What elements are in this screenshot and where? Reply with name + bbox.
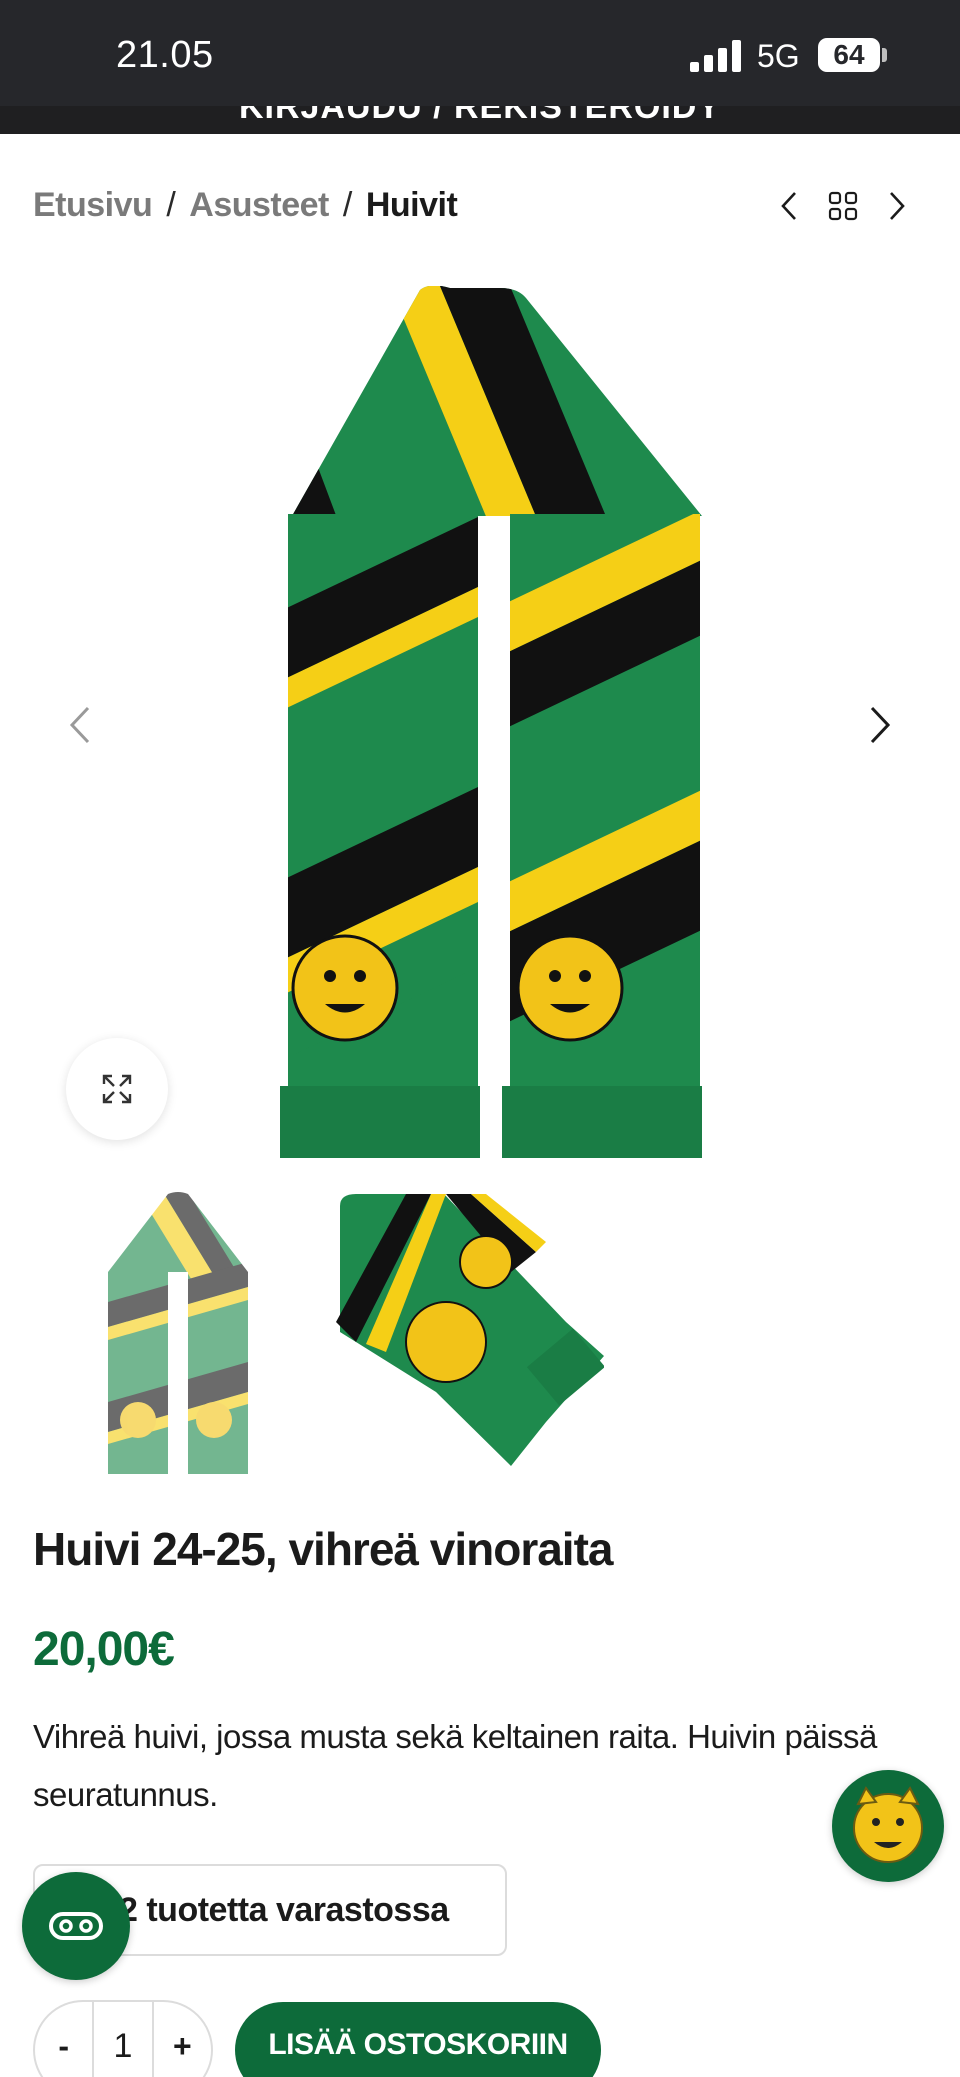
chat-icon	[49, 1912, 103, 1940]
battery-level: 64	[833, 39, 865, 70]
battery-cap	[882, 48, 887, 62]
next-product-button[interactable]	[882, 188, 912, 224]
product-price: 20,00€	[33, 1623, 175, 1676]
signal-icon	[690, 40, 741, 72]
fringe	[280, 1086, 702, 1158]
top-nav-strip[interactable]: KIRJAUDU / REKISTERÖIDY	[0, 106, 960, 134]
product-title: Huivi 24-25, vihreä vinoraita	[33, 1523, 613, 1575]
expand-icon	[102, 1074, 132, 1104]
lion-crest-left	[291, 934, 399, 1042]
back-to-category-button[interactable]	[828, 188, 858, 224]
zoom-button[interactable]	[66, 1038, 168, 1140]
mascot-button[interactable]	[832, 1770, 944, 1882]
product-main-image[interactable]	[270, 286, 710, 1161]
product-description: Vihreä huivi, jossa musta sekä keltainen…	[33, 1718, 877, 1813]
gallery-next-button[interactable]	[866, 704, 896, 746]
status-bar: 21.05 5G 64	[0, 0, 960, 106]
chat-button[interactable]	[22, 1872, 130, 1980]
status-time: 21.05	[116, 34, 214, 76]
previous-product-button[interactable]	[774, 188, 804, 224]
stock-label: 2 tuotetta varastossa	[119, 1891, 449, 1929]
network-type: 5G	[757, 38, 800, 74]
chevron-right-icon	[890, 192, 905, 220]
lion-mascot-icon	[853, 1786, 923, 1863]
product-nav	[774, 188, 912, 224]
quantity-stepper: - 1 +	[33, 2000, 213, 2077]
breadcrumb-accessories[interactable]: Asusteet	[189, 186, 329, 224]
quantity-decrease-button[interactable]: -	[35, 2002, 92, 2077]
breadcrumb-home[interactable]: Etusivu	[33, 186, 153, 224]
quantity-input[interactable]: 1	[92, 2002, 154, 2077]
add-to-cart-button[interactable]: LISÄÄ OSTOSKORIIN	[235, 2002, 601, 2077]
breadcrumb-separator: /	[342, 186, 352, 224]
chevron-left-icon	[781, 192, 796, 220]
thumbnail-2[interactable]	[336, 1192, 604, 1466]
gallery-prev-button[interactable]	[64, 704, 94, 746]
breadcrumb-current: Huivit	[365, 186, 458, 224]
breadcrumb: Etusivu / Asusteet / Huivit	[33, 186, 458, 225]
login-register-link[interactable]: KIRJAUDU / REKISTERÖIDY	[0, 106, 960, 127]
lion-crest-right	[516, 934, 624, 1042]
thumbnail-1[interactable]	[108, 1192, 248, 1474]
battery-icon: 64	[818, 38, 880, 72]
grid-icon	[828, 191, 858, 221]
breadcrumb-separator: /	[166, 186, 176, 224]
quantity-increase-button[interactable]: +	[154, 2002, 211, 2077]
